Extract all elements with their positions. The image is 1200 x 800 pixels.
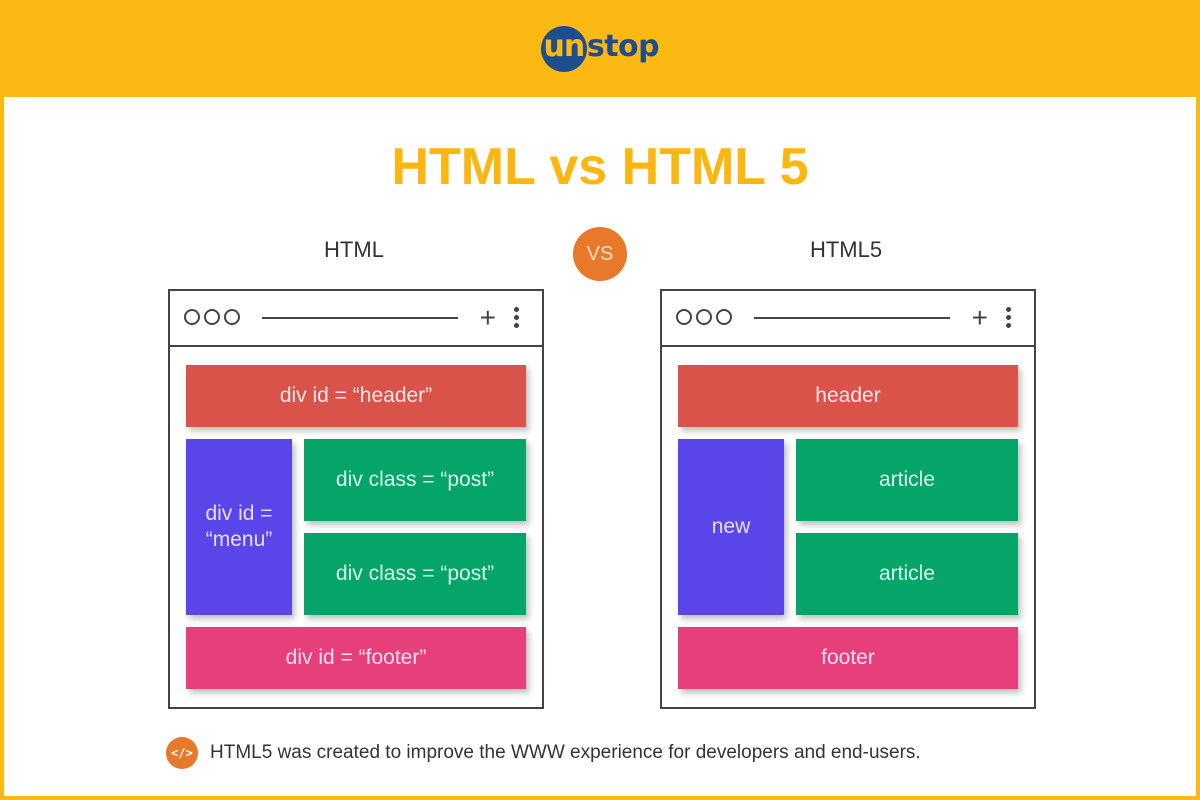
logo-circle: un bbox=[540, 25, 587, 72]
html5-header-block: header bbox=[678, 365, 1018, 427]
html-menu-block: div id = “menu” bbox=[186, 439, 292, 615]
html5-article-block-2: article bbox=[796, 533, 1018, 615]
logo-text-un: un bbox=[543, 29, 585, 64]
menu-line-2: “menu” bbox=[205, 528, 273, 551]
html-post-block-2: div class = “post” bbox=[304, 533, 526, 615]
dot-icon bbox=[696, 309, 712, 325]
html-post-block-1: div class = “post” bbox=[304, 439, 526, 521]
html5-footer-block: footer bbox=[678, 627, 1018, 689]
html5-browser-mockup: + header new article article footer bbox=[660, 289, 1036, 709]
logo-text-stop: stop bbox=[586, 29, 660, 64]
html5-article-block-1: article bbox=[796, 439, 1018, 521]
window-dots-icon bbox=[676, 309, 732, 325]
kebab-menu-icon bbox=[514, 307, 520, 328]
brand-bar: un stop bbox=[0, 0, 1200, 97]
menu-line-1: div id = bbox=[205, 501, 273, 525]
plus-icon: + bbox=[971, 302, 988, 333]
dot-icon bbox=[204, 309, 220, 325]
browser-toolbar: + bbox=[170, 291, 542, 347]
html-footer-block: div id = “footer” bbox=[186, 627, 526, 689]
content-panel: HTML vs HTML 5 HTML VS HTML5 + div id = … bbox=[4, 97, 1196, 796]
address-bar-line bbox=[262, 317, 458, 319]
dot-icon bbox=[716, 309, 732, 325]
html5-nav-block: new bbox=[678, 439, 784, 615]
vs-badge: VS bbox=[573, 227, 627, 281]
unstop-logo: un stop bbox=[540, 24, 660, 74]
dot-icon bbox=[676, 309, 692, 325]
footnote: </> HTML5 was created to improve the WWW… bbox=[166, 737, 921, 769]
address-bar-line bbox=[754, 317, 950, 319]
html5-column-label: HTML5 bbox=[809, 237, 883, 262]
dot-icon bbox=[184, 309, 200, 325]
html-header-block: div id = “header” bbox=[186, 365, 526, 427]
page-title: HTML vs HTML 5 bbox=[391, 138, 809, 196]
dot-icon bbox=[224, 309, 240, 325]
plus-icon: + bbox=[479, 302, 496, 333]
kebab-menu-icon bbox=[1006, 307, 1012, 328]
window-dots-icon bbox=[184, 309, 240, 325]
footnote-text: HTML5 was created to improve the WWW exp… bbox=[210, 742, 921, 763]
html-browser-mockup: + div id = “header” div id = “menu” div … bbox=[168, 289, 544, 709]
browser-toolbar: + bbox=[662, 291, 1034, 347]
code-icon: </> bbox=[166, 737, 198, 769]
html-column-label: HTML bbox=[324, 237, 384, 262]
